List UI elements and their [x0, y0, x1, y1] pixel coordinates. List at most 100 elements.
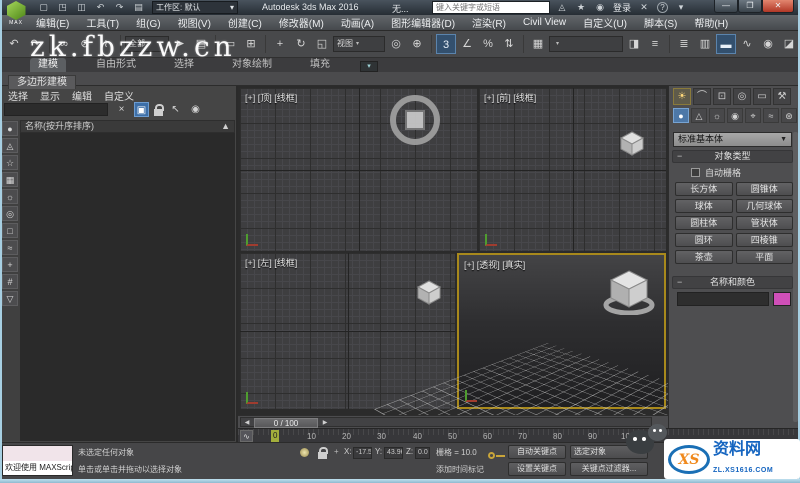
tab-populate[interactable]: 填充	[302, 58, 338, 72]
menu-create[interactable]: 创建(C)	[228, 15, 262, 30]
filter-shapes-icon[interactable]: ◬	[2, 138, 18, 153]
viewcube-icon[interactable]	[619, 130, 645, 156]
plane-button[interactable]: 平面	[735, 250, 793, 264]
mini-curve-editor-icon[interactable]: ∿	[240, 430, 253, 442]
viewport-front-label[interactable]: [+] [前] [线框]	[484, 91, 536, 104]
shapes-category-icon[interactable]: △	[691, 108, 707, 123]
chevron-down-icon[interactable]: ▾	[675, 2, 687, 13]
filter-bones-icon[interactable]: +	[2, 257, 18, 272]
helpers-category-icon[interactable]: ⌖	[745, 108, 761, 123]
pick-cursor-icon[interactable]: ↖	[168, 102, 183, 117]
modify-tab-icon[interactable]: ⌒	[693, 88, 711, 105]
torus-button[interactable]: 圆环	[675, 233, 733, 247]
close-button[interactable]: ✕	[762, 0, 794, 13]
filter-groups-icon[interactable]: □	[2, 223, 18, 238]
spinner-snap-icon[interactable]: ⇅	[499, 34, 519, 54]
cone-button[interactable]: 圆锥体	[735, 182, 793, 196]
ref-coord-dropdown[interactable]: 视图 ▾	[333, 36, 385, 52]
spacewarps-category-icon[interactable]: ≈	[763, 108, 779, 123]
filter-warps-icon[interactable]: ◎	[2, 206, 18, 221]
menu-help[interactable]: 帮助(H)	[694, 15, 728, 30]
listener-line[interactable]: 欢迎使用 MAXScript	[3, 461, 72, 475]
window-crossing-icon[interactable]: ⊞	[241, 34, 261, 54]
sign-in-link[interactable]: 登录	[613, 1, 631, 14]
filter-cameras-icon[interactable]: ▦	[2, 172, 18, 187]
prev-frame-icon[interactable]: ◀	[242, 419, 252, 427]
undo-scene-icon[interactable]: ↶	[93, 1, 108, 14]
geometry-category-icon[interactable]: ●	[673, 108, 689, 123]
select-children-icon[interactable]: ◉	[188, 102, 203, 117]
menu-customize[interactable]: 自定义(U)	[583, 15, 627, 30]
filter-lights-icon[interactable]: ☆	[2, 155, 18, 170]
se-menu-select[interactable]: 选择	[8, 88, 28, 103]
name-color-rollout[interactable]: − 名称和颜色	[672, 276, 793, 289]
named-sets-icon[interactable]: ▦	[528, 34, 548, 54]
favorites-star-icon[interactable]: ★	[575, 2, 587, 13]
find-icon[interactable]: ▣	[134, 102, 149, 117]
help-icon[interactable]: ?	[657, 2, 669, 13]
material-editor-icon[interactable]: ◉	[758, 34, 778, 54]
set-key-icon[interactable]	[488, 452, 505, 459]
cameras-category-icon[interactable]: ◉	[727, 108, 743, 123]
pyramid-button[interactable]: 四棱锥	[735, 233, 793, 247]
filter-containers-icon[interactable]: #	[2, 274, 18, 289]
layer-manager-icon[interactable]: ≣	[674, 34, 694, 54]
open-file-icon[interactable]: ◳	[55, 1, 70, 14]
display-tab-icon[interactable]: ▭	[753, 88, 771, 105]
explorer-object-list[interactable]	[20, 133, 235, 441]
app-logo[interactable]: MAX	[3, 1, 29, 27]
rotate-icon[interactable]: ↻	[291, 34, 311, 54]
isolate-toggle-icon[interactable]	[300, 448, 309, 457]
primitive-type-dropdown[interactable]: 标准基本体 ▼	[673, 132, 792, 147]
menu-animation[interactable]: 动画(A)	[341, 15, 374, 30]
menu-rendering[interactable]: 渲染(R)	[472, 15, 506, 30]
z-coordinate-field[interactable]: 0.0	[415, 447, 430, 459]
viewport-perspective-label[interactable]: [+] [透视] [真实]	[464, 258, 525, 271]
viewport-left-label[interactable]: [+] [左] [线框]	[245, 256, 297, 269]
filter-xrefs-icon[interactable]: ≈	[2, 240, 18, 255]
se-menu-display[interactable]: 显示	[40, 88, 60, 103]
object-color-swatch[interactable]	[773, 292, 791, 306]
filter-helpers-icon[interactable]: ☼	[2, 189, 18, 204]
lock-icon[interactable]	[154, 104, 164, 116]
geosphere-button[interactable]: 几何球体	[735, 199, 793, 213]
filter-materials-icon[interactable]: ▽	[2, 291, 18, 306]
cylinder-button[interactable]: 圆柱体	[675, 216, 733, 230]
angle-snap-icon[interactable]: ∠	[457, 34, 477, 54]
viewport-top-label[interactable]: [+] [顶] [线框]	[245, 91, 297, 104]
viewport-front[interactable]: [+] [前] [线框]	[479, 88, 666, 251]
snap-3d-icon[interactable]: 3	[436, 34, 456, 54]
viewport-top[interactable]: [+] [顶] [线框]	[240, 88, 477, 251]
new-scene-icon[interactable]: ▢	[36, 1, 51, 14]
save-file-icon[interactable]: ◫	[74, 1, 89, 14]
maximize-button[interactable]: ❐	[738, 0, 762, 13]
filter-geometry-icon[interactable]: ●	[2, 121, 18, 136]
auto-key-button[interactable]: 自动关键点	[508, 445, 566, 459]
viewport-perspective[interactable]: [+] [透视] [真实]	[374, 253, 731, 483]
select-manipulate-icon[interactable]: ⊕	[407, 34, 427, 54]
minimize-button[interactable]: —	[714, 0, 738, 13]
key-filters-button[interactable]: 关键点过滤器...	[570, 462, 648, 476]
tube-button[interactable]: 管状体	[735, 216, 793, 230]
hierarchy-tab-icon[interactable]: ⊡	[713, 88, 731, 105]
maxscript-mini-listener[interactable]: 欢迎使用 MAXScript	[2, 445, 73, 476]
project-folder-icon[interactable]: ▤	[131, 1, 146, 14]
render-setup-icon[interactable]: ◪	[779, 34, 799, 54]
polygon-modeling-panel[interactable]: 多边形建模	[8, 75, 76, 89]
viewport-left[interactable]: [+] [左] [线框]	[240, 253, 455, 409]
help-search-input[interactable]	[432, 1, 550, 14]
exchange-icon[interactable]: ✕	[638, 2, 650, 13]
object-name-field[interactable]	[677, 292, 769, 306]
viewcube-icon[interactable]	[390, 95, 440, 145]
viewcube-icon[interactable]	[603, 269, 655, 315]
systems-category-icon[interactable]: ⊛	[781, 108, 797, 123]
explorer-column-header[interactable]: 名称(按升序排序) ▲	[20, 120, 235, 133]
x-coordinate-field[interactable]: -17.547	[353, 447, 372, 459]
align-icon[interactable]: ≡	[645, 34, 665, 54]
menu-scripting[interactable]: 脚本(S)	[644, 15, 677, 30]
clear-filter-icon[interactable]: ×	[114, 102, 129, 117]
explorer-search-input[interactable]	[4, 103, 108, 116]
time-slider-handle[interactable]: 0 / 100	[254, 418, 318, 428]
viewcube-face[interactable]	[405, 110, 425, 130]
teapot-button[interactable]: 茶壶	[675, 250, 733, 264]
